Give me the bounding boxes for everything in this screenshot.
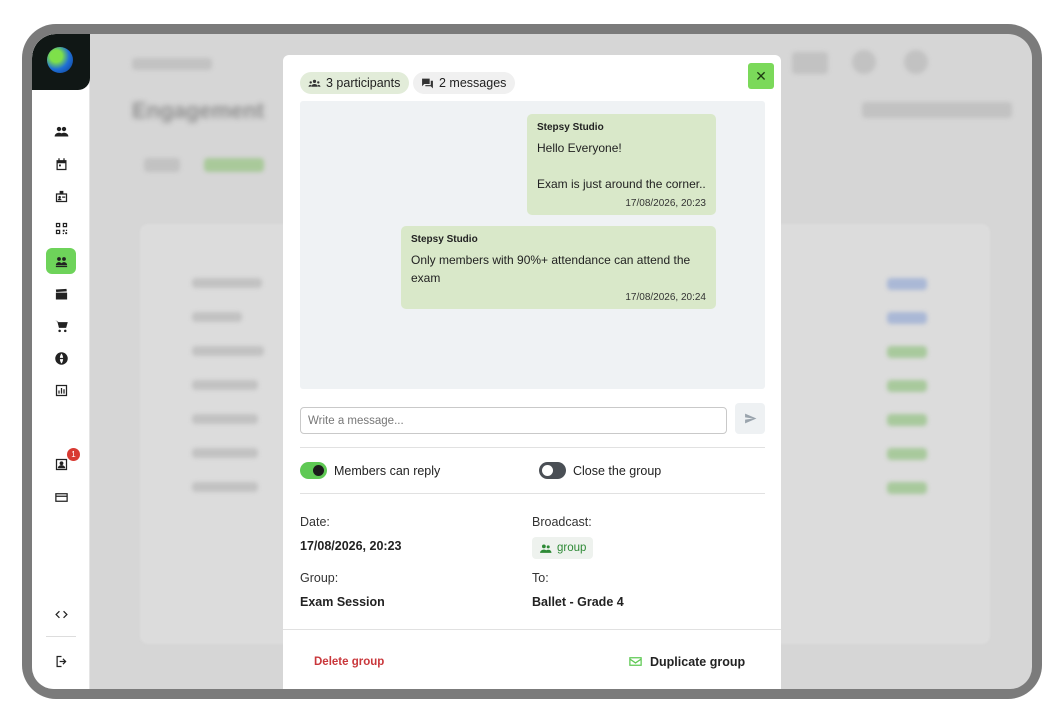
date-value: 17/08/2026, 20:23	[300, 539, 402, 553]
divider	[300, 493, 765, 494]
device-frame: Engagement 1 3 participants 2 messages ✕…	[22, 24, 1042, 699]
close-group-toggle[interactable]	[539, 462, 566, 479]
toggle-knob	[313, 465, 324, 476]
background-tab	[204, 158, 264, 172]
broadcast-label: Broadcast:	[532, 515, 592, 529]
background-row	[192, 414, 258, 424]
group-details-modal: 3 participants 2 messages ✕ Stepsy Studi…	[283, 55, 781, 689]
sidebar-item-qr[interactable]	[46, 215, 76, 241]
members-can-reply-toggle[interactable]	[300, 462, 327, 479]
sidebar-item-calendar[interactable]	[46, 151, 76, 177]
duplicate-group-label: Duplicate group	[650, 654, 746, 669]
app-window: Engagement 1 3 participants 2 messages ✕…	[32, 34, 1032, 689]
sidebar-divider	[46, 636, 76, 637]
sidebar-item-website[interactable]	[46, 345, 76, 371]
message-timestamp: 17/08/2026, 20:23	[625, 198, 706, 209]
messages-label: 2 messages	[439, 76, 507, 90]
chat-thread: Stepsy Studio Hello Everyone! Exam is ju…	[300, 101, 765, 389]
duplicate-group-button[interactable]: Duplicate group	[628, 654, 745, 669]
to-label: To:	[532, 571, 549, 585]
logo-area	[32, 34, 90, 90]
group-value: Exam Session	[300, 595, 385, 609]
code-icon	[54, 610, 68, 618]
sidebar-item-logout[interactable]	[46, 648, 76, 674]
divider	[300, 447, 765, 448]
members-can-reply-label: Members can reply	[334, 464, 441, 478]
messages-pill[interactable]: 2 messages	[413, 72, 516, 94]
background-status	[887, 482, 927, 494]
id-badge-icon	[55, 190, 67, 202]
background-row	[192, 278, 262, 288]
background-row	[192, 380, 258, 390]
sidebar-item-reports[interactable]	[46, 377, 76, 403]
notification-badge: 1	[67, 448, 80, 461]
broadcast-chip: group	[532, 537, 594, 559]
background-row	[192, 482, 258, 492]
message-bubble: Stepsy Studio Only members with 90%+ att…	[401, 226, 716, 309]
globe-logo	[47, 47, 73, 73]
participants-pill[interactable]: 3 participants	[300, 72, 410, 94]
date-label: Date:	[300, 515, 330, 529]
chat-bubbles-icon	[422, 78, 433, 88]
calendar-icon	[56, 157, 66, 170]
background-row	[192, 312, 242, 322]
group-label: Group:	[300, 571, 339, 585]
broadcast-value: group	[557, 542, 587, 554]
message-timestamp: 17/08/2026, 20:24	[625, 292, 706, 303]
background-row	[192, 346, 264, 356]
close-button[interactable]: ✕	[748, 63, 774, 89]
background-header-button	[862, 102, 1012, 118]
to-value: Ballet - Grade 4	[532, 595, 624, 609]
participants-icon	[308, 79, 321, 87]
sidebar-item-media[interactable]	[46, 281, 76, 307]
background-status	[887, 346, 927, 358]
clapperboard-icon	[55, 288, 67, 299]
credit-card-icon	[54, 492, 68, 502]
sidebar-item-badge[interactable]	[46, 183, 76, 209]
message-sender: Stepsy Studio	[537, 122, 604, 133]
message-bubble: Stepsy Studio Hello Everyone! Exam is ju…	[527, 114, 716, 215]
sidebar-item-developer[interactable]	[46, 601, 76, 627]
logout-icon	[56, 655, 66, 667]
background-status	[887, 448, 927, 460]
chart-icon	[55, 384, 67, 396]
background-status	[887, 414, 927, 426]
close-group-label: Close the group	[573, 464, 662, 478]
sidebar-item-members[interactable]	[46, 118, 76, 144]
globe-icon	[54, 351, 68, 365]
participants-label: 3 participants	[326, 76, 401, 90]
background-header-control	[852, 50, 876, 74]
background-breadcrumb	[132, 58, 212, 70]
send-icon	[744, 413, 756, 424]
sidebar-item-groups[interactable]	[46, 248, 76, 274]
people-icon	[54, 126, 68, 136]
toggle-knob	[542, 465, 553, 476]
footer-divider	[283, 629, 781, 630]
background-status	[887, 312, 927, 324]
message-sender: Stepsy Studio	[411, 234, 478, 245]
background-header-control	[904, 50, 928, 74]
message-text: Only members with 90%+ attendance can at…	[411, 253, 691, 285]
sidebar: 1	[32, 34, 90, 689]
delete-group-button[interactable]: Delete group	[314, 656, 384, 668]
cart-icon	[54, 320, 68, 332]
message-input[interactable]	[300, 407, 727, 434]
sidebar-item-billing[interactable]	[46, 484, 76, 510]
background-status	[887, 380, 927, 392]
group-icon	[540, 543, 552, 553]
background-row	[192, 448, 258, 458]
background-status	[887, 278, 927, 290]
account-icon	[55, 458, 67, 470]
message-text: Hello Everyone! Exam is just around the …	[537, 141, 706, 191]
background-tab	[144, 158, 180, 172]
background-header-control	[792, 52, 828, 74]
groups-icon	[55, 256, 67, 267]
duplicate-mail-icon	[629, 657, 642, 666]
sidebar-item-shop[interactable]	[46, 313, 76, 339]
send-button[interactable]	[735, 403, 765, 434]
qr-code-icon	[55, 222, 67, 234]
background-page-title: Engagement	[132, 98, 265, 123]
